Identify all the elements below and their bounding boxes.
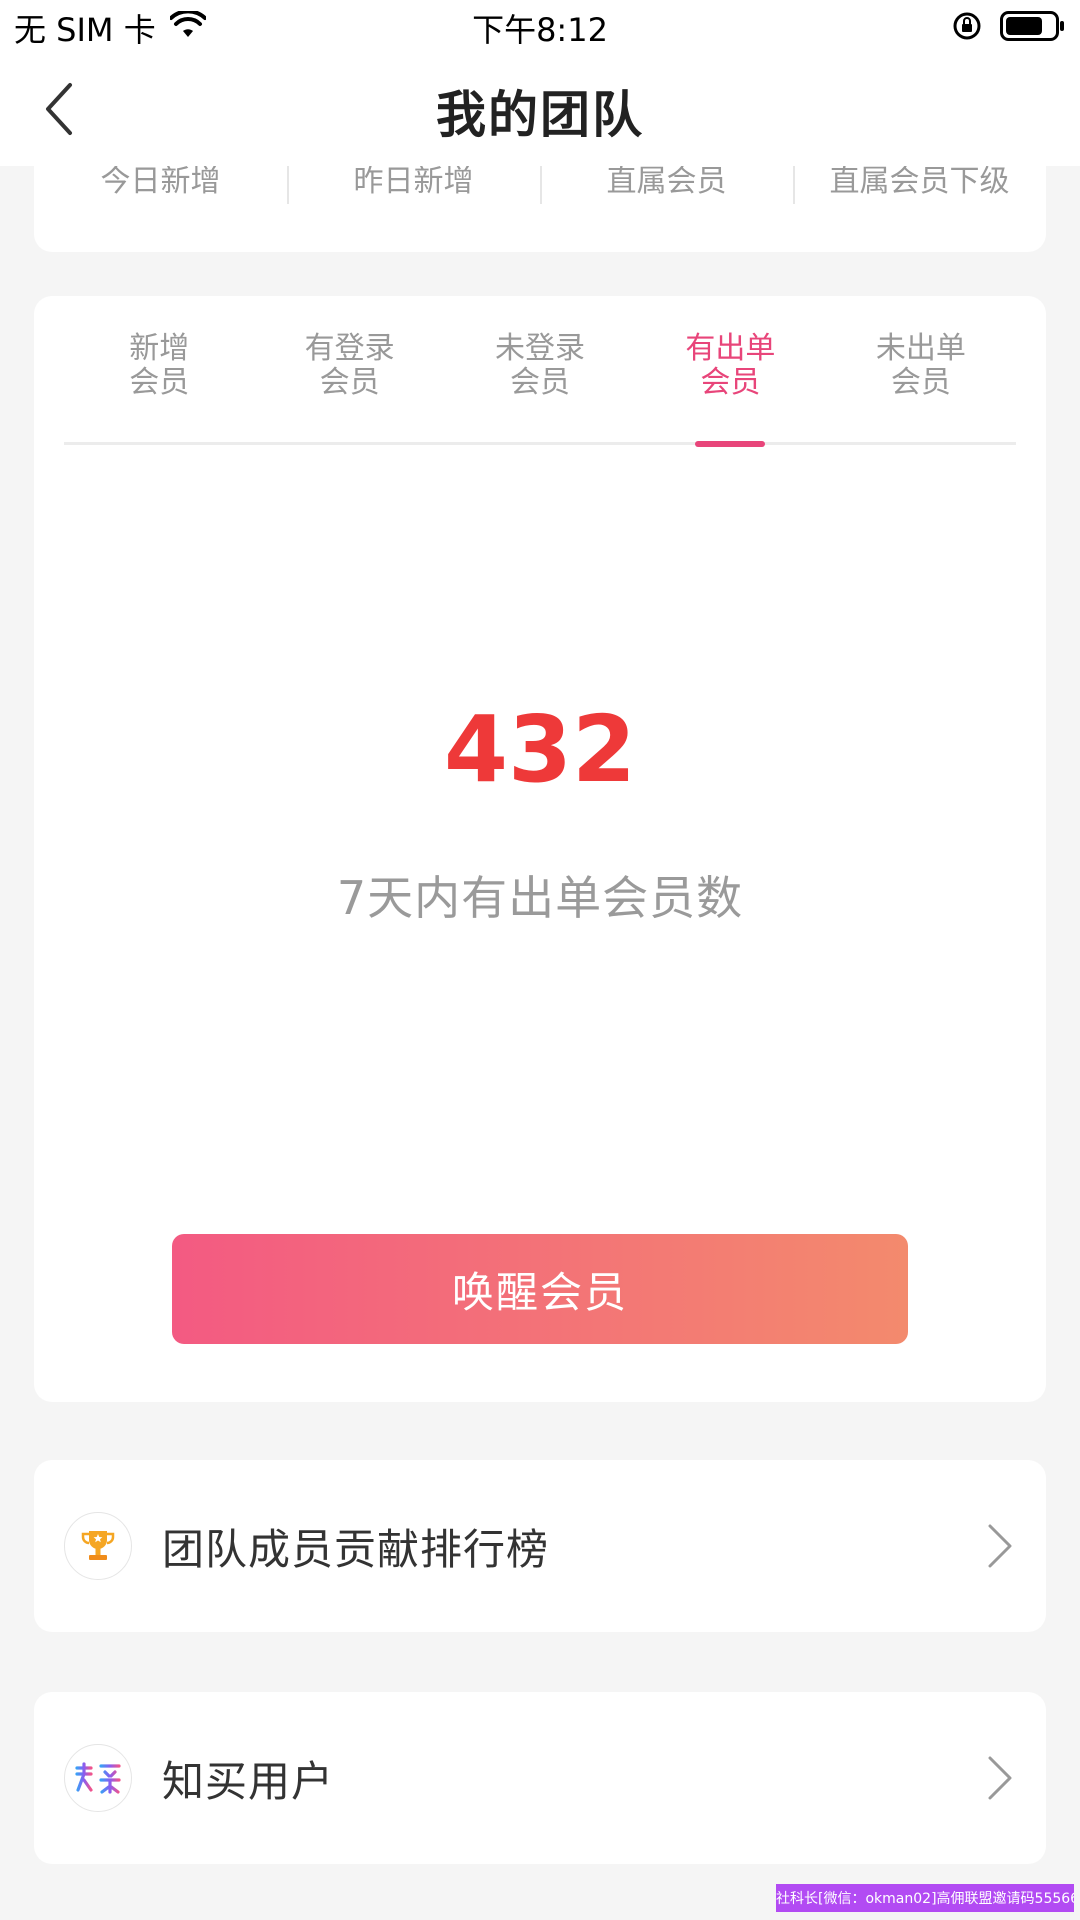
chevron-right-icon	[980, 1520, 1020, 1572]
watermark-banner: 赛社科长[微信：okman02]高佣联盟邀请码555666	[776, 1884, 1074, 1912]
tab-label-line2: 会员	[129, 365, 190, 400]
nav-header: 我的团队	[0, 56, 1080, 166]
tab-label-line1: 有出单	[685, 331, 776, 366]
rotation-lock-icon	[952, 11, 982, 45]
tab-label-line1: 未登录	[495, 331, 586, 366]
tab-label-line1: 新增	[129, 331, 190, 366]
chevron-right-icon	[980, 1752, 1020, 1804]
tab-not-logged-in-members[interactable]: 未登录 会员	[445, 332, 635, 442]
tab-logged-in-members[interactable]: 有登录 会员	[254, 332, 444, 442]
tab-label-line2: 会员	[319, 365, 380, 400]
trophy-icon	[64, 1512, 132, 1580]
list-item-zhimai-users[interactable]: 知买用户	[34, 1692, 1046, 1864]
list-item-contribution-ranking[interactable]: 团队成员贡献排行榜	[34, 1460, 1046, 1632]
wake-members-button[interactable]: 唤醒会员	[172, 1234, 908, 1344]
list-item-label: 知买用户	[162, 1756, 335, 1806]
tab-not-ordered-members[interactable]: 未出单 会员	[826, 332, 1016, 442]
tab-label-line1: 有登录	[304, 331, 395, 366]
tab-label-line2: 会员	[510, 365, 571, 400]
status-right	[952, 6, 1066, 50]
tab-label-line2: 会员	[700, 365, 761, 400]
status-time: 下午8:12	[472, 11, 608, 49]
member-count-caption: 7天内有出单会员数	[336, 871, 744, 925]
tab-ordered-members[interactable]: 有出单 会员	[635, 332, 825, 442]
list-item-label: 团队成员贡献排行榜	[162, 1524, 550, 1574]
member-stats-card: 新增 会员 有登录 会员 未登录 会员 有出单 会员 未出单 会员 432 7天…	[34, 296, 1046, 1402]
zhimai-logo-icon	[64, 1744, 132, 1812]
page-title: 我的团队	[436, 86, 644, 144]
tab-label-line1: 未出单	[875, 331, 966, 366]
tab-new-members[interactable]: 新增 会员	[64, 332, 254, 442]
status-bar: 无 SIM 卡 下午8:12	[0, 0, 1080, 56]
battery-icon	[1000, 11, 1066, 45]
member-tabs: 新增 会员 有登录 会员 未登录 会员 有出单 会员 未出单 会员	[64, 332, 1016, 445]
member-count: 432	[443, 696, 637, 803]
tab-label-line2: 会员	[890, 365, 951, 400]
